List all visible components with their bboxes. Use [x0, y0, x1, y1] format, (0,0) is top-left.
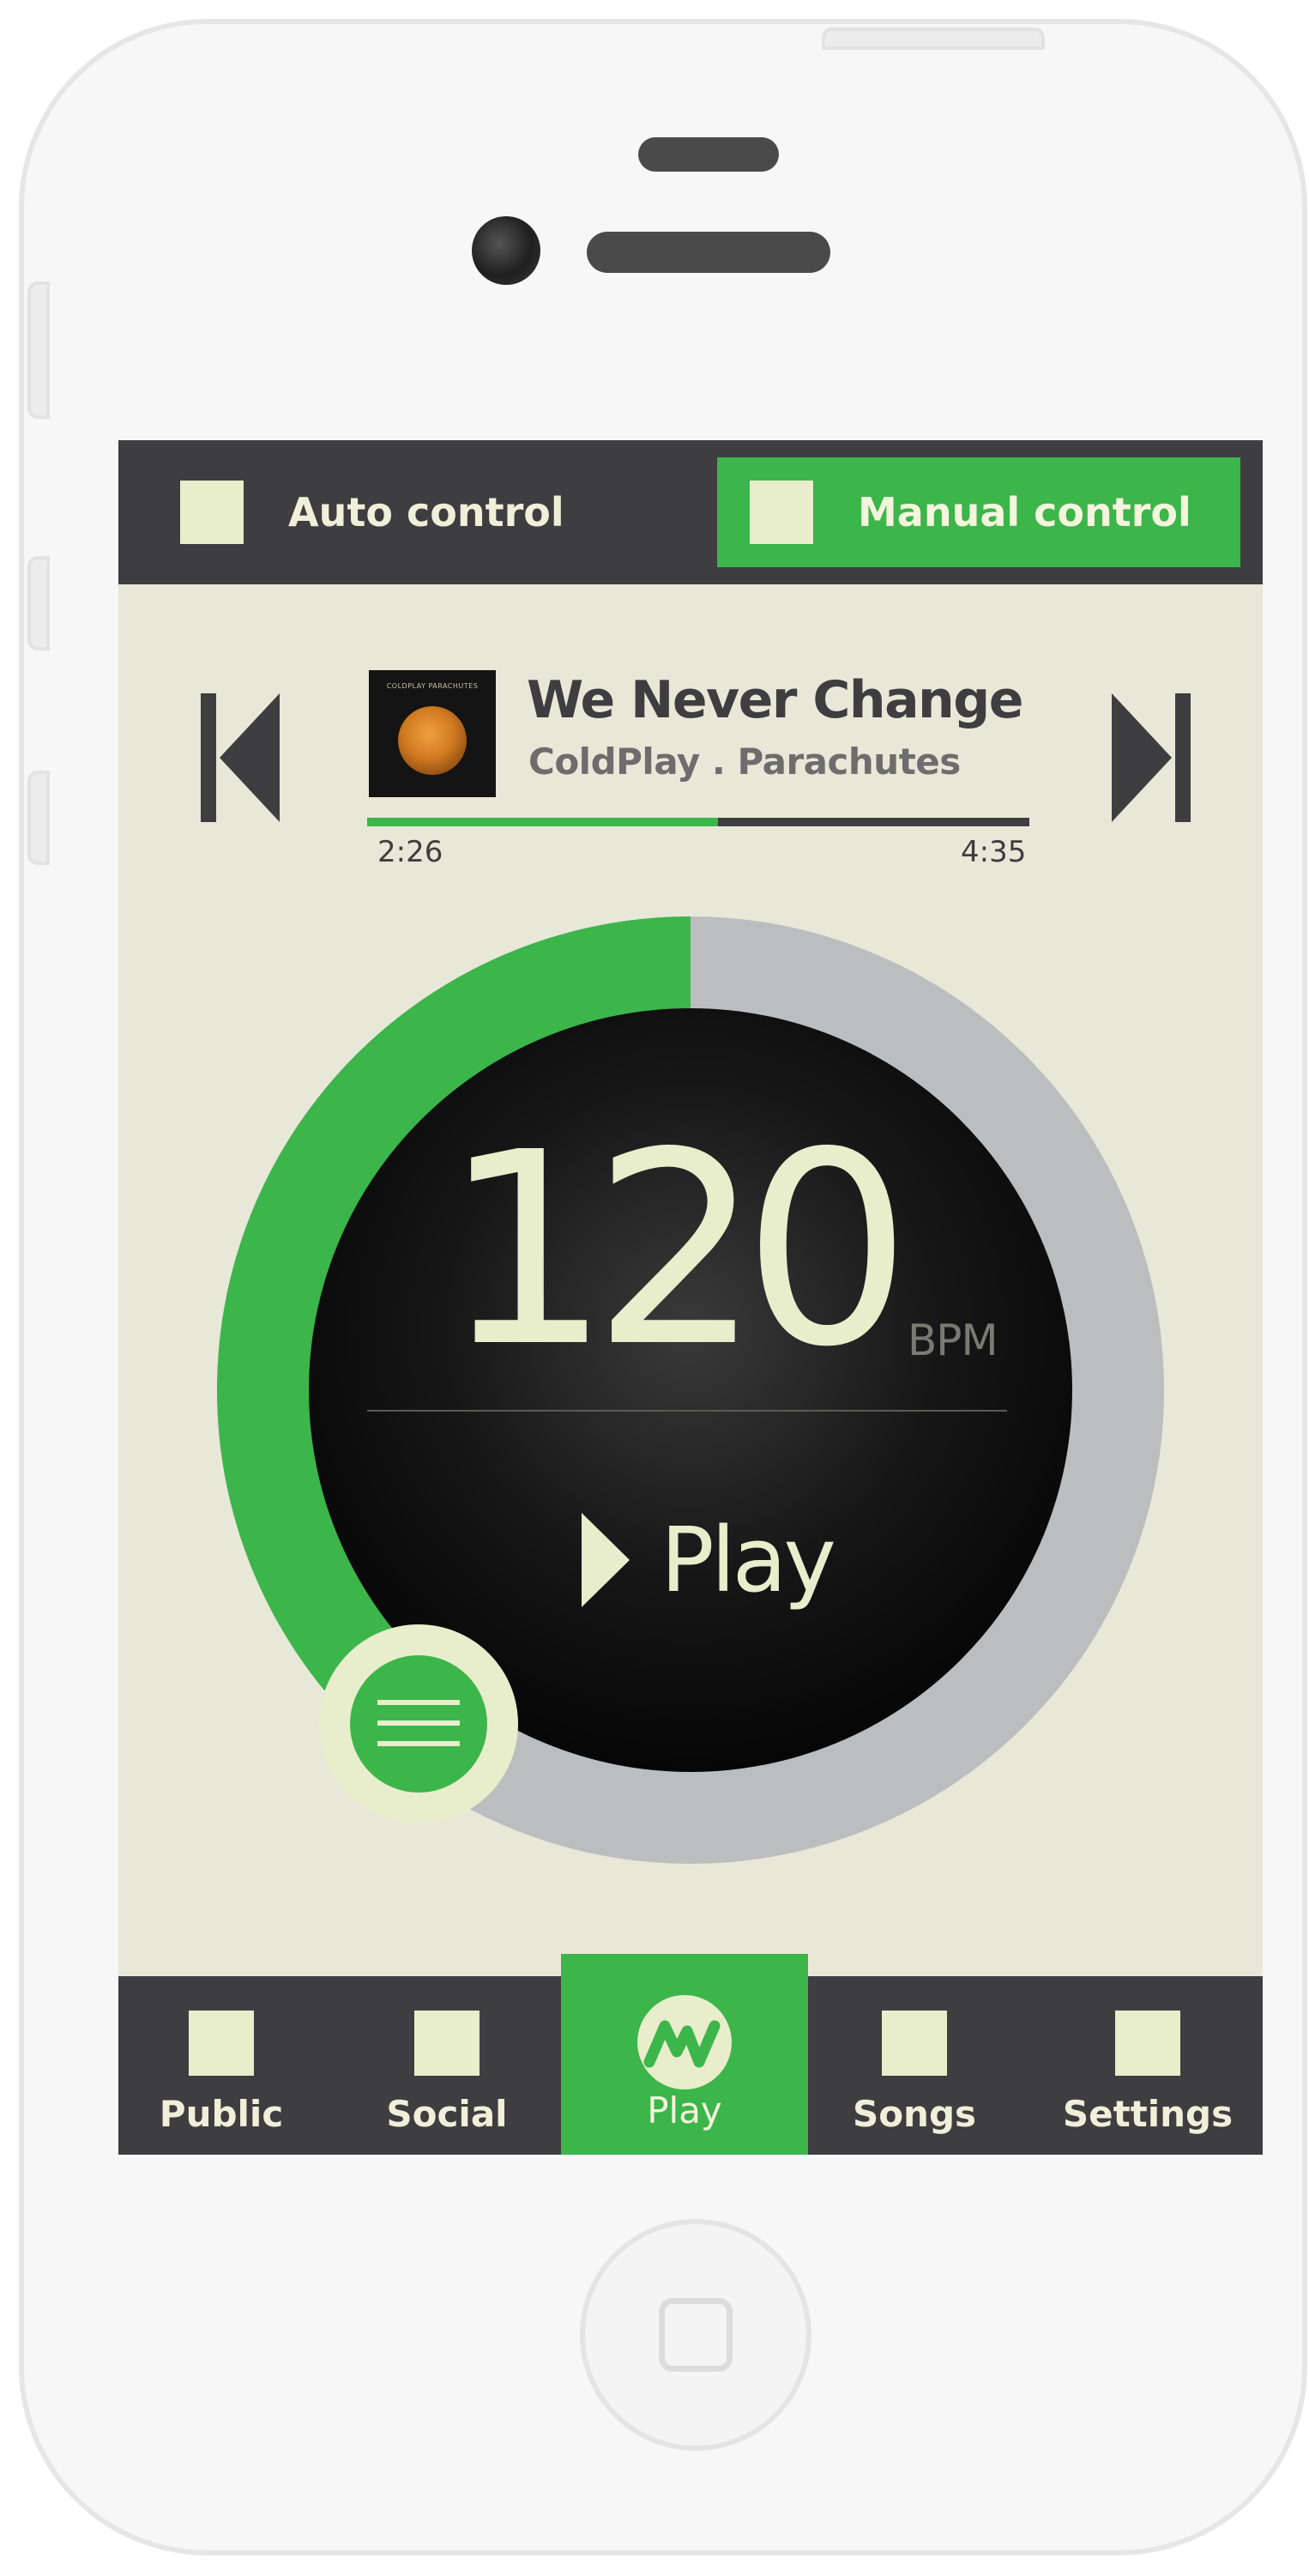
settings-icon: [1115, 2011, 1180, 2076]
nav-songs[interactable]: Songs: [811, 1976, 1017, 2155]
play-icon: [582, 1513, 630, 1607]
play-label: Play: [661, 1508, 836, 1612]
menu-line: [377, 1741, 460, 1746]
nav-social-label: Social: [386, 2093, 508, 2135]
play-logo-icon: [637, 1995, 732, 2089]
volume-down-button: [27, 771, 50, 865]
bottom-nav: Public Social Play Songs Settings: [118, 1954, 1263, 2155]
menu-line: [377, 1700, 460, 1705]
bpm-value: 120: [442, 1096, 912, 1406]
bpm-unit: BPM: [908, 1315, 998, 1365]
dial-knob-handle[interactable]: [319, 1624, 518, 1823]
play-button[interactable]: Play: [582, 1504, 856, 1616]
power-button: [822, 27, 1045, 50]
menu-icon: [350, 1655, 487, 1793]
phone-frame: Auto control Manual control COLDPLAY PAR…: [19, 19, 1307, 2555]
menu-line: [377, 1720, 460, 1726]
social-icon: [414, 2011, 480, 2076]
public-icon: [189, 2011, 254, 2076]
mute-switch: [27, 281, 50, 419]
nav-social[interactable]: Social: [344, 1976, 550, 2155]
nav-public-label: Public: [159, 2093, 284, 2135]
home-icon: [659, 2298, 733, 2372]
nav-songs-label: Songs: [852, 2093, 977, 2135]
front-camera: [472, 216, 540, 285]
volume-up-button: [27, 556, 50, 650]
top-speaker: [638, 137, 779, 172]
app-screen: Auto control Manual control COLDPLAY PAR…: [118, 440, 1263, 2155]
nav-play[interactable]: Play: [561, 1954, 808, 2155]
nav-public[interactable]: Public: [118, 1976, 324, 2155]
nav-settings-label: Settings: [1062, 2093, 1234, 2135]
earpiece-speaker: [587, 232, 830, 273]
nav-settings[interactable]: Settings: [1045, 1976, 1251, 2155]
home-button[interactable]: [580, 2219, 811, 2451]
songs-icon: [882, 2011, 947, 2076]
dial-divider: [367, 1410, 1007, 1412]
nav-play-label: Play: [647, 2089, 722, 2132]
